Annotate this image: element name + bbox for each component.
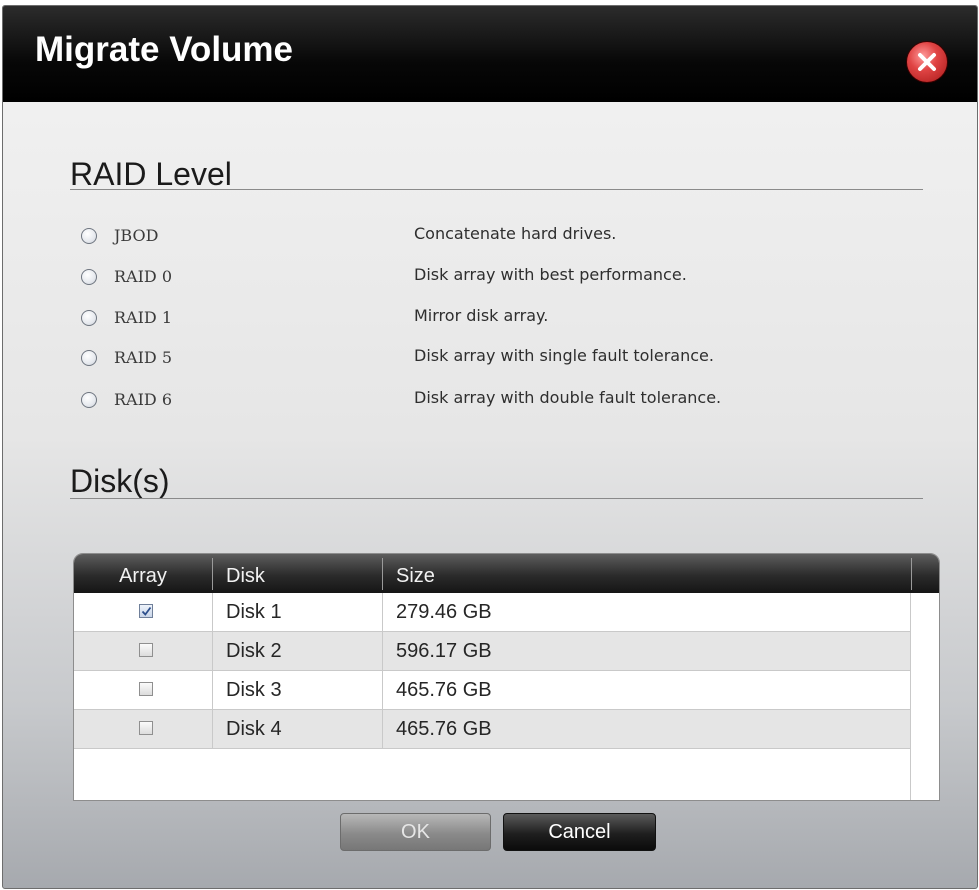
array-checkbox[interactable] [139,604,153,618]
raid-option-jbod[interactable]: JBOD Concatenate hard drives. [81,224,801,250]
disks-heading: Disk(s) [70,463,170,499]
cell-divider [212,632,213,670]
raid-option-label: RAID 5 [114,348,173,367]
size-cell: 279.46 GB [396,601,492,623]
cell-divider [212,710,213,748]
cancel-button[interactable]: Cancel [503,813,656,851]
migrate-volume-dialog: Migrate Volume RAID Level JBOD Concatena… [2,5,978,889]
ok-button[interactable]: OK [340,813,491,851]
checkmark-icon [141,606,152,616]
raid-option-raid1[interactable]: RAID 1 Mirror disk array. [81,306,801,332]
cell-divider [382,671,383,709]
disk-cell: Disk 4 [226,718,282,740]
disks-divider [70,498,923,499]
raid-option-description: Disk array with best performance. [414,265,687,284]
radio-jbod[interactable] [81,228,97,244]
raid-option-description: Disk array with double fault tolerance. [414,388,722,407]
disk-cell: Disk 3 [226,679,282,701]
table-row[interactable]: Disk 4 465.76 GB [74,710,910,749]
dialog-title: Migrate Volume [35,30,294,69]
disk-cell: Disk 2 [226,640,282,662]
size-cell: 465.76 GB [396,679,492,701]
column-header-array[interactable]: Array [74,554,212,593]
table-row[interactable]: Disk 2 596.17 GB [74,632,910,671]
cell-divider [212,671,213,709]
disk-cell: Disk 1 [226,601,282,623]
array-checkbox[interactable] [139,721,153,735]
radio-raid0[interactable] [81,269,97,285]
raid-option-description: Concatenate hard drives. [414,224,617,243]
raid-option-description: Mirror disk array. [414,306,549,325]
raid-option-label: RAID 1 [114,308,173,327]
cell-divider [212,593,213,631]
title-bar: Migrate Volume [3,6,977,102]
raid-option-raid5[interactable]: RAID 5 Disk array with single fault tole… [81,346,801,372]
raid-option-raid0[interactable]: RAID 0 Disk array with best performance. [81,265,801,291]
disk-grid: Array Disk Size Disk 1 279.46 GB Disk 2 … [73,553,940,801]
raid-option-description: Disk array with single fault tolerance. [414,346,714,365]
column-header-disk[interactable]: Disk [226,554,265,593]
table-row[interactable]: Disk 3 465.76 GB [74,671,910,710]
column-separator[interactable] [911,558,912,590]
array-checkbox[interactable] [139,643,153,657]
raid-option-label: JBOD [114,226,159,245]
column-separator[interactable] [382,558,383,590]
cell-divider [382,593,383,631]
radio-raid6[interactable] [81,392,97,408]
array-checkbox[interactable] [139,682,153,696]
size-cell: 465.76 GB [396,718,492,740]
raid-option-label: RAID 0 [114,267,173,286]
close-button[interactable] [906,41,948,83]
raid-level-heading: RAID Level [70,156,232,192]
size-cell: 596.17 GB [396,640,492,662]
cell-divider [382,632,383,670]
grid-right-border [910,593,911,800]
raid-option-raid6[interactable]: RAID 6 Disk array with double fault tole… [81,388,801,414]
column-separator[interactable] [212,558,213,590]
table-row[interactable]: Disk 1 279.46 GB [74,593,910,632]
radio-raid1[interactable] [81,310,97,326]
raid-option-label: RAID 6 [114,390,173,409]
raid-level-divider [70,189,923,190]
cell-divider [382,710,383,748]
close-x-icon [918,53,936,71]
radio-raid5[interactable] [81,350,97,366]
column-header-size[interactable]: Size [396,554,435,593]
grid-header: Array Disk Size [74,554,939,593]
